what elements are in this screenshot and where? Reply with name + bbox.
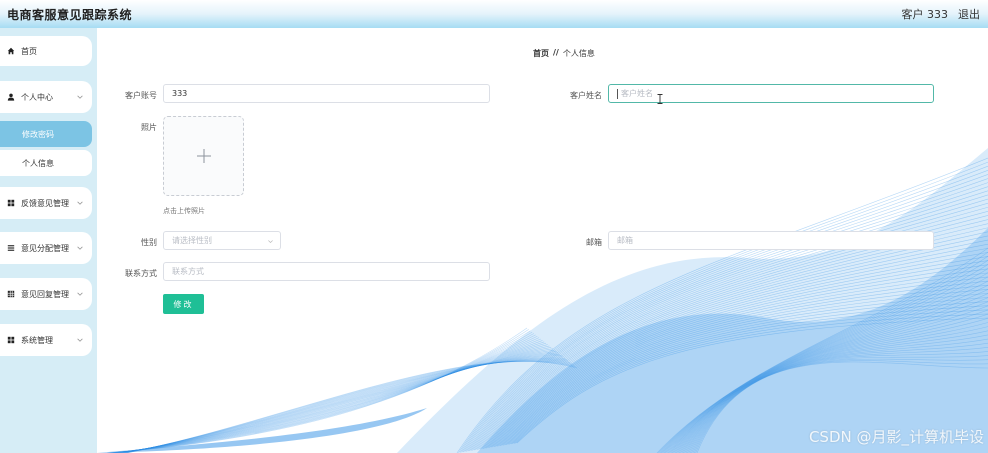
name-placeholder: 客户姓名 — [621, 89, 653, 98]
account-label: 客户账号 — [125, 91, 157, 100]
watermark: CSDN @月影_计算机毕设 — [808, 428, 984, 446]
list-icon — [6, 244, 15, 253]
phone-placeholder: 联系方式 — [172, 267, 204, 276]
table-icon — [6, 290, 15, 299]
user-icon — [6, 93, 15, 102]
sidebar-item-label: 系统管理 — [21, 335, 53, 345]
gender-select[interactable]: 请选择性别 — [163, 231, 281, 250]
chevron-down-icon — [76, 336, 84, 344]
chevron-down-icon — [76, 244, 84, 252]
sidebar-item-label: 意见回复管理 — [21, 289, 69, 299]
sidebar-item-feedback-management[interactable]: 反馈意见管理 — [0, 187, 92, 219]
name-label: 客户姓名 — [570, 91, 602, 100]
breadcrumb-home[interactable]: 首页 — [533, 48, 549, 59]
gender-label: 性别 — [141, 238, 157, 247]
sidebar-item-home[interactable]: 首页 — [0, 36, 92, 66]
sidebar-item-label: 个人中心 — [21, 92, 53, 102]
phone-label: 联系方式 — [125, 269, 157, 278]
sidebar-item-reply-management[interactable]: 意见回复管理 — [0, 278, 92, 310]
submenu-item-label: 修改密码 — [22, 129, 54, 139]
gender-placeholder: 请选择性别 — [172, 236, 212, 245]
email-placeholder: 邮箱 — [617, 236, 633, 245]
sidebar: 首页 个人中心 修改密码 个人信息 反馈意见管理 意见分配管理 意见回复管理 系… — [0, 28, 97, 453]
text-caret — [617, 88, 618, 99]
breadcrumb-separator: // — [553, 48, 559, 57]
top-header: 电商客服意见跟踪系统 客户 333 退出 — [0, 0, 988, 28]
chevron-down-icon — [76, 290, 84, 298]
submenu-item-personal-info[interactable]: 个人信息 — [0, 150, 92, 176]
home-icon — [6, 47, 15, 56]
photo-label: 照片 — [141, 123, 157, 132]
sidebar-item-label: 反馈意见管理 — [21, 198, 69, 208]
sidebar-item-label: 首页 — [21, 46, 37, 56]
submenu-item-label: 个人信息 — [22, 158, 54, 168]
sidebar-item-personal-center[interactable]: 个人中心 — [0, 81, 92, 113]
sidebar-item-assignment-management[interactable]: 意见分配管理 — [0, 232, 92, 264]
grid-icon — [6, 199, 15, 208]
chevron-down-icon — [76, 199, 84, 207]
current-user-label[interactable]: 客户 333 — [902, 6, 949, 22]
email-field[interactable]: 邮箱 — [608, 231, 934, 250]
sidebar-item-system-management[interactable]: 系统管理 — [0, 324, 92, 356]
upload-hint: 点击上传照片 — [163, 207, 205, 215]
phone-field[interactable]: 联系方式 — [163, 262, 490, 281]
grid-icon — [6, 336, 15, 345]
submenu-item-change-password[interactable]: 修改密码 — [0, 121, 92, 147]
breadcrumb: 首页 // 个人信息 — [533, 48, 595, 59]
breadcrumb-current: 个人信息 — [562, 49, 595, 58]
sidebar-item-label: 意见分配管理 — [21, 243, 69, 253]
main-content: 首页 // 个人信息 客户账号 333 客户姓名 客户姓名 照片 点击上传照片 … — [97, 28, 988, 453]
email-label: 邮箱 — [586, 238, 602, 247]
app-title: 电商客服意见跟踪系统 — [7, 8, 133, 22]
chevron-down-icon — [267, 238, 274, 245]
photo-upload-box[interactable] — [163, 116, 244, 196]
plus-icon — [196, 149, 211, 163]
chevron-down-icon — [76, 93, 84, 101]
ibeam-cursor-icon — [657, 94, 663, 104]
account-value: 333 — [172, 89, 188, 98]
header-user-area: 客户 333 退出 — [902, 6, 981, 22]
submit-button[interactable]: 修改 — [163, 294, 204, 314]
account-field[interactable]: 333 — [163, 84, 490, 103]
logout-link[interactable]: 退出 — [958, 6, 980, 22]
